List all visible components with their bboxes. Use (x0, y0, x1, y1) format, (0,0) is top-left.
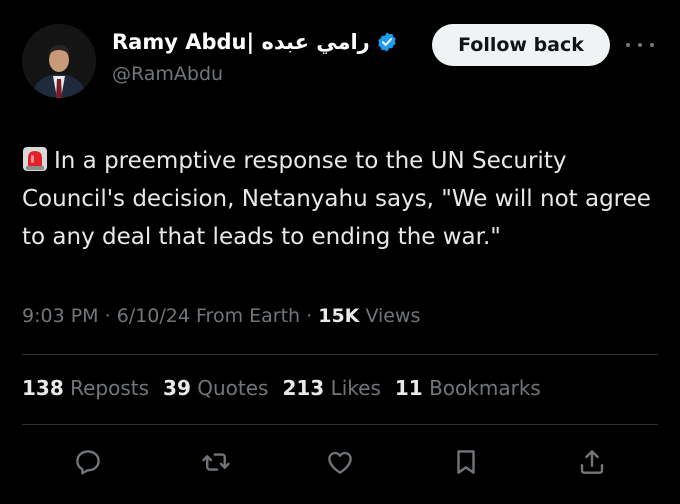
likes-count: 213 (282, 376, 325, 400)
author-handle[interactable]: @RamAbdu (112, 63, 223, 85)
action-bar (0, 442, 680, 482)
meta-separator: · (306, 305, 313, 327)
quotes-count: 39 (163, 376, 191, 400)
avatar[interactable] (22, 24, 96, 98)
meta-separator: · (104, 305, 111, 327)
more-dot (626, 43, 630, 47)
reposts-count: 138 (22, 376, 64, 400)
reposts-stat[interactable]: 138 Reposts (22, 376, 149, 400)
divider (22, 354, 658, 355)
likes-stat[interactable]: 213 Likes (282, 376, 380, 400)
more-options-icon[interactable] (626, 34, 654, 56)
follow-back-button[interactable]: Follow back (432, 24, 610, 66)
tweet-time[interactable]: 9:03 PM (22, 305, 99, 327)
engagement-stats: 138 Reposts 39 Quotes 213 Likes 11 Bookm… (22, 376, 541, 400)
divider (22, 424, 658, 425)
bookmarks-count: 11 (394, 376, 423, 400)
verified-badge-icon (378, 32, 396, 52)
tweet-date[interactable]: 6/10/24 (117, 305, 190, 327)
like-icon (328, 451, 352, 474)
quotes-label: Quotes (197, 376, 269, 400)
bookmarks-stat[interactable]: 11 Bookmarks (395, 376, 541, 400)
more-dot (638, 43, 642, 47)
like-button[interactable] (320, 442, 360, 482)
display-name[interactable]: Ramy Abdu| رامي عبده (112, 30, 398, 54)
tweet-text-block: In a preemptive response to the UN Secur… (22, 142, 662, 256)
share-button[interactable] (572, 442, 612, 482)
tweet-source: From Earth (196, 305, 301, 327)
bookmark-button[interactable] (446, 442, 486, 482)
display-name-text[interactable]: Ramy Abdu| رامي عبده (112, 30, 370, 54)
views-label: Views (365, 305, 421, 327)
reply-button[interactable] (68, 442, 108, 482)
bookmarks-label: Bookmarks (429, 376, 541, 400)
tweet-text: In a preemptive response to the UN Secur… (22, 148, 651, 250)
views-count[interactable]: 15K (318, 305, 359, 327)
share-icon (580, 450, 604, 474)
repost-button[interactable] (196, 442, 236, 482)
likes-label: Likes (330, 376, 381, 400)
bookmark-icon (457, 450, 475, 474)
more-dot (650, 43, 654, 47)
quotes-stat[interactable]: 39 Quotes (163, 376, 268, 400)
reposts-label: Reposts (70, 376, 150, 400)
reply-icon (76, 450, 100, 475)
repost-icon (202, 453, 230, 471)
siren-icon (23, 147, 47, 171)
tweet-meta: 9:03 PM · 6/10/24 From Earth · 15K Views (22, 305, 420, 327)
